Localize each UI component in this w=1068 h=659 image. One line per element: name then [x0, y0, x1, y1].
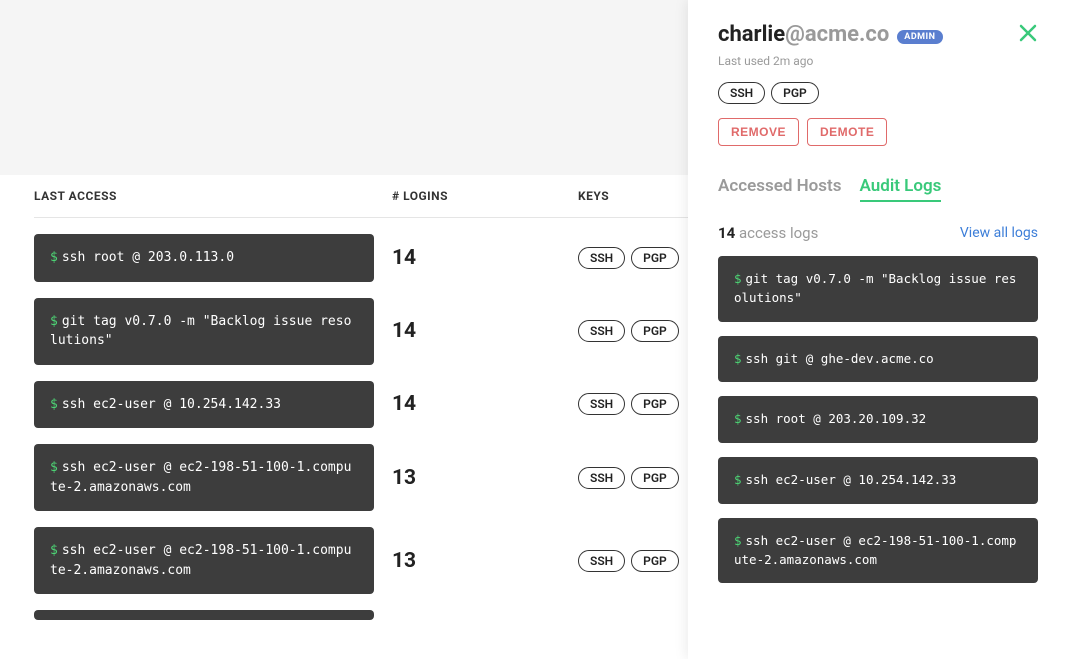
command-block: $ ssh root @ 203.0.113.0: [34, 234, 374, 282]
log-command: ssh git @ ghe-dev.acme.co: [746, 351, 934, 366]
command-block-partial: [34, 610, 374, 620]
key-pill-ssh[interactable]: SSH: [578, 550, 625, 572]
panel-key-pills: SSH PGP: [718, 82, 1038, 104]
command-block: $git tag v0.7.0 -m "Backlog issue resolu…: [34, 298, 374, 365]
key-pill-pgp[interactable]: PGP: [631, 320, 679, 342]
header-keys: KEYS: [578, 189, 698, 203]
prompt-icon: $: [734, 271, 742, 286]
header-last-access: LAST ACCESS: [34, 189, 392, 203]
prompt-icon: $: [50, 543, 58, 558]
logs-count-number: 14: [718, 224, 735, 242]
logins-count: 14: [392, 319, 578, 343]
key-pill-ssh[interactable]: SSH: [578, 393, 625, 415]
key-pill-pgp[interactable]: PGP: [631, 550, 679, 572]
key-pill-ssh[interactable]: SSH: [578, 467, 625, 489]
key-pill-pgp[interactable]: PGP: [771, 82, 819, 104]
user-domain: @acme.co: [785, 22, 889, 47]
last-used-text: Last used 2m ago: [718, 54, 1038, 68]
logins-count: 14: [392, 246, 578, 270]
command-block: $ssh ec2-user @ ec2-198-51-100-1.compute…: [34, 444, 374, 511]
key-pills: SSH PGP: [578, 467, 679, 489]
tab-audit-logs[interactable]: Audit Logs: [860, 176, 942, 202]
key-pill-ssh[interactable]: SSH: [578, 247, 625, 269]
header-logins: # LOGINS: [392, 189, 578, 203]
prompt-icon: $: [734, 533, 742, 548]
logs-count-label: access logs: [739, 224, 818, 242]
demote-button[interactable]: DEMOTE: [807, 118, 887, 146]
key-pill-ssh[interactable]: SSH: [578, 320, 625, 342]
key-pill-pgp[interactable]: PGP: [631, 393, 679, 415]
close-icon[interactable]: [1018, 22, 1038, 48]
prompt-icon: $: [50, 250, 58, 265]
logs-count: 14 access logs: [718, 224, 818, 242]
view-all-logs-link[interactable]: View all logs: [960, 225, 1038, 241]
panel-actions: REMOVE DEMOTE: [718, 118, 1038, 146]
user-detail-panel: charlie@acme.co ADMIN Last used 2m ago S…: [688, 0, 1068, 659]
prompt-icon: $: [50, 397, 58, 412]
key-pills: SSH PGP: [578, 320, 679, 342]
log-entry: $ ssh root @ 203.20.109.32: [718, 396, 1038, 443]
user-local: charlie: [718, 22, 785, 47]
prompt-icon: $: [50, 460, 58, 475]
prompt-icon: $: [734, 351, 742, 366]
command-text: ssh ec2-user @ 10.254.142.33: [62, 397, 281, 412]
panel-tabs: Accessed Hosts Audit Logs: [718, 176, 1038, 202]
logs-summary: 14 access logs View all logs: [718, 224, 1038, 242]
key-pills: SSH PGP: [578, 247, 679, 269]
log-entry: $ssh ec2-user @ ec2-198-51-100-1.compute…: [718, 518, 1038, 584]
prompt-icon: $: [734, 472, 742, 487]
command-text: ssh ec2-user @ ec2-198-51-100-1.compute-…: [50, 460, 351, 495]
tab-accessed-hosts[interactable]: Accessed Hosts: [718, 176, 842, 202]
log-command: ssh root @ 203.20.109.32: [746, 411, 927, 426]
command-text: ssh ec2-user @ ec2-198-51-100-1.compute-…: [50, 543, 351, 578]
key-pill-pgp[interactable]: PGP: [631, 247, 679, 269]
prompt-icon: $: [50, 314, 58, 329]
log-entry: $ ssh ec2-user @ 10.254.142.33: [718, 457, 1038, 504]
command-block: $ssh ec2-user @ ec2-198-51-100-1.compute…: [34, 527, 374, 594]
log-command: git tag v0.7.0 -m "Backlog issue resolut…: [734, 271, 1016, 305]
key-pill-ssh[interactable]: SSH: [718, 82, 765, 104]
user-email: charlie@acme.co: [718, 22, 889, 47]
logins-count: 13: [392, 466, 578, 490]
log-command: ssh ec2-user @ 10.254.142.33: [746, 472, 957, 487]
command-block: $ ssh ec2-user @ 10.254.142.33: [34, 381, 374, 429]
role-badge: ADMIN: [897, 30, 942, 44]
logins-count: 13: [392, 549, 578, 573]
prompt-icon: $: [734, 411, 742, 426]
log-list: $git tag v0.7.0 -m "Backlog issue resolu…: [718, 256, 1038, 583]
logins-count: 14: [392, 392, 578, 416]
log-entry: $git tag v0.7.0 -m "Backlog issue resolu…: [718, 256, 1038, 322]
key-pills: SSH PGP: [578, 550, 679, 572]
log-command: ssh ec2-user @ ec2-198-51-100-1.compute-…: [734, 533, 1016, 567]
key-pill-pgp[interactable]: PGP: [631, 467, 679, 489]
log-entry: $ ssh git @ ghe-dev.acme.co: [718, 336, 1038, 383]
command-text: git tag v0.7.0 -m "Backlog issue resolut…: [50, 314, 351, 349]
key-pills: SSH PGP: [578, 393, 679, 415]
remove-button[interactable]: REMOVE: [718, 118, 799, 146]
command-text: ssh root @ 203.0.113.0: [62, 250, 234, 265]
